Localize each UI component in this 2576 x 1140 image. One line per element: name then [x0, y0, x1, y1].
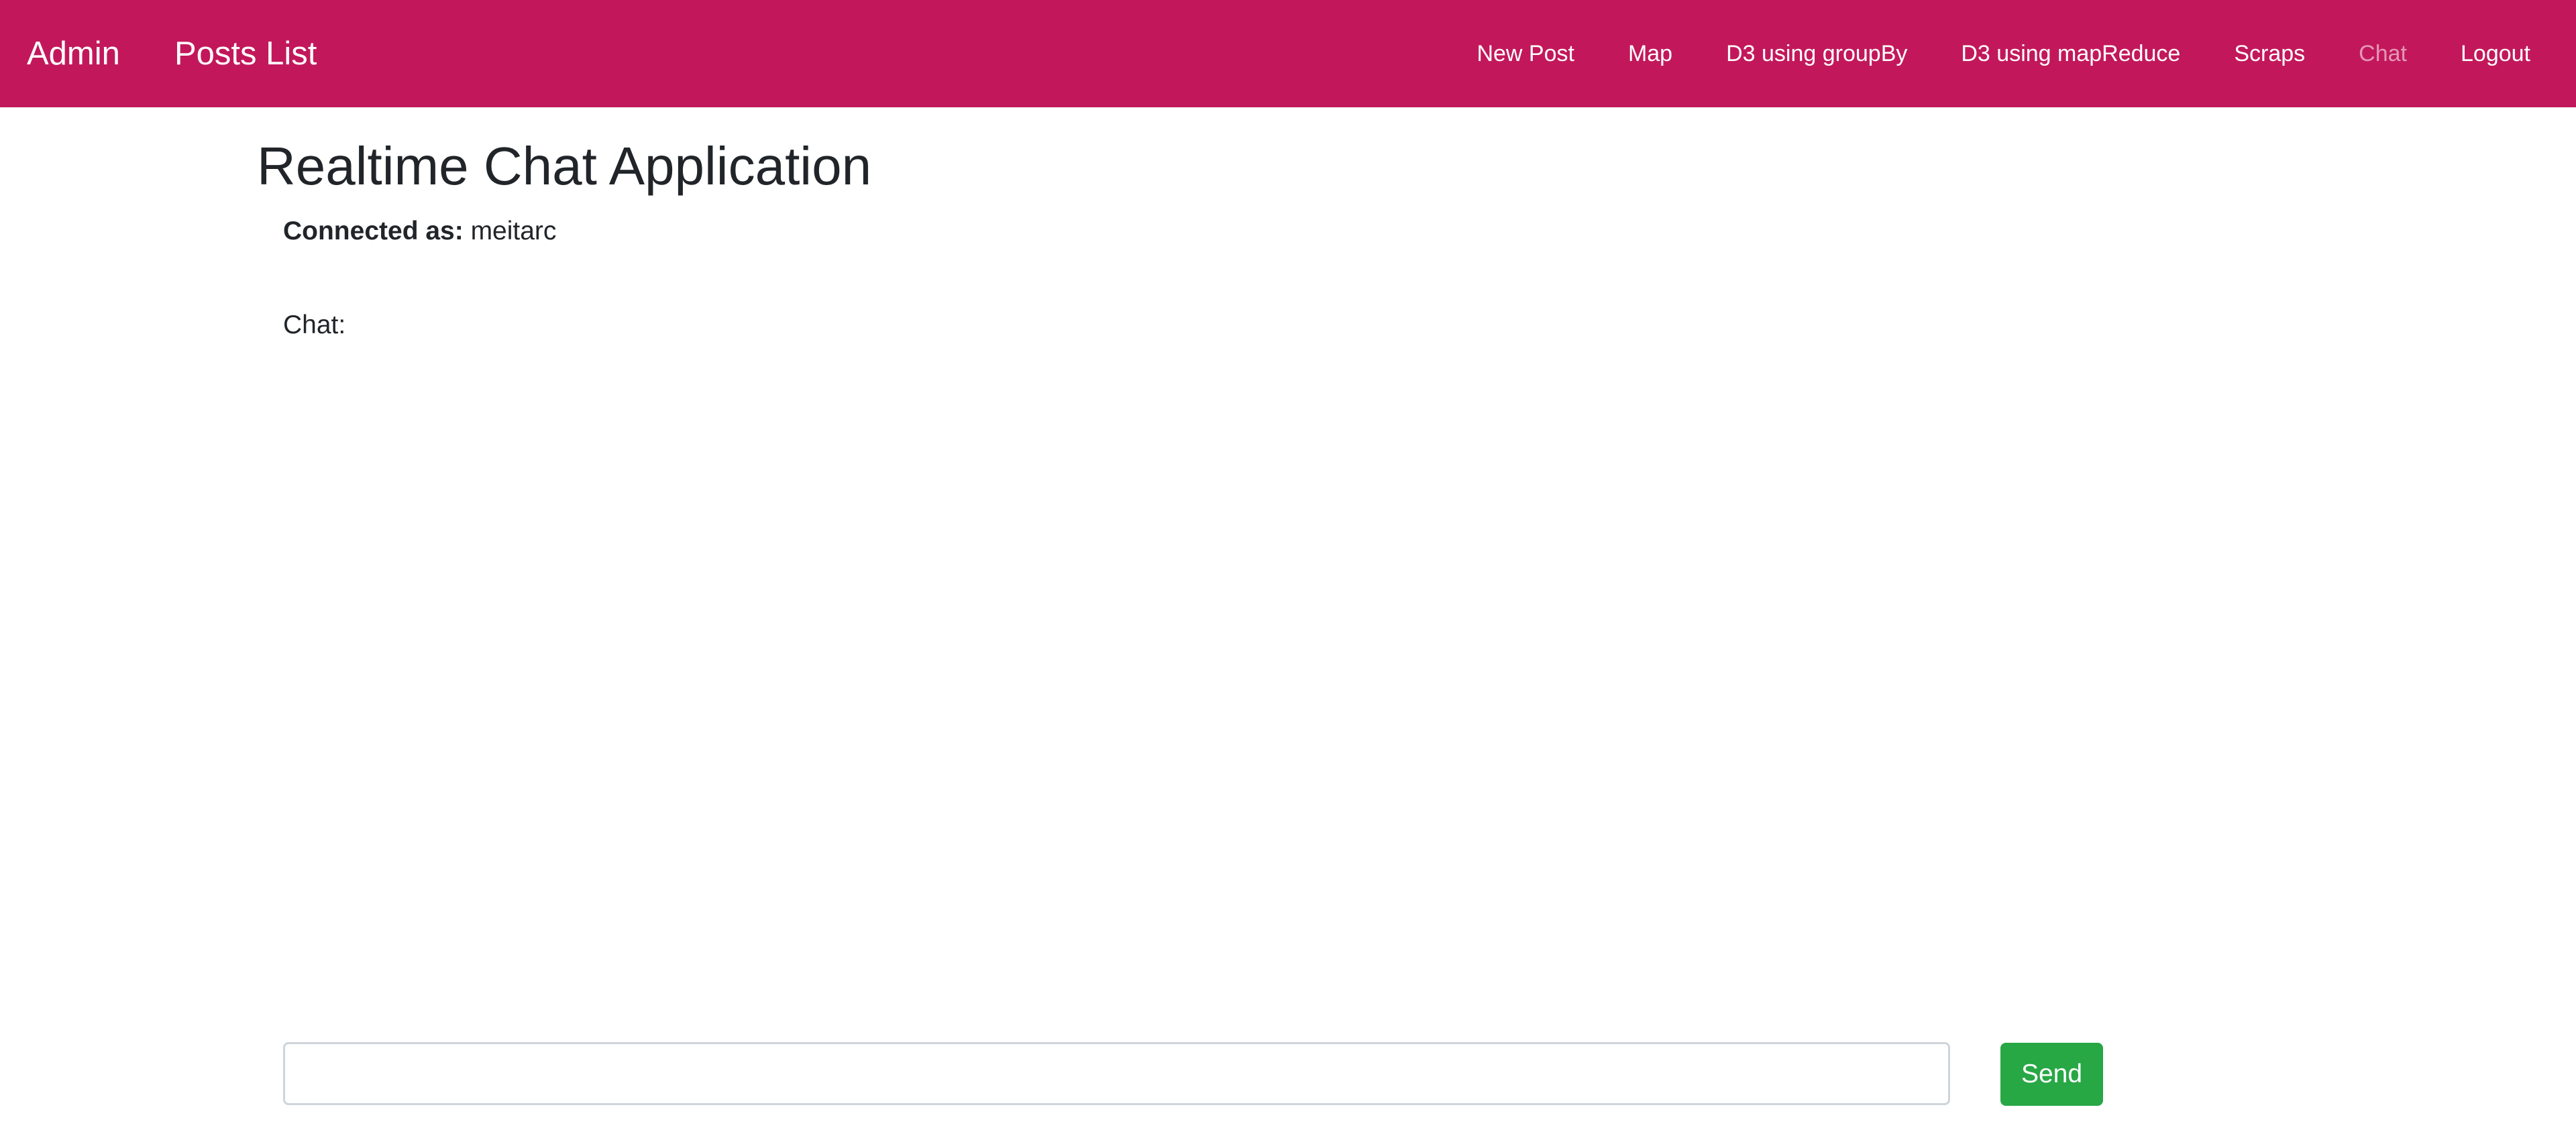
connection-status: Connected as: meitarc: [283, 216, 556, 247]
nav-link-scraps[interactable]: Scraps: [2207, 41, 2332, 67]
brand-admin-link[interactable]: Admin: [27, 0, 120, 107]
message-input[interactable]: [283, 1042, 1950, 1105]
nav-link-d3-mapreduce[interactable]: D3 using mapReduce: [1934, 41, 2207, 67]
connected-label: Connected as:: [283, 217, 464, 245]
posts-list-link[interactable]: Posts List: [174, 0, 317, 107]
nav-link-logout[interactable]: Logout: [2434, 41, 2530, 67]
nav-link-new-post[interactable]: New Post: [1450, 41, 1601, 67]
page-title: Realtime Chat Application: [257, 136, 872, 196]
nav-links: New Post Map D3 using groupBy D3 using m…: [1450, 0, 2530, 107]
nav-link-map[interactable]: Map: [1601, 41, 1699, 67]
nav-link-chat[interactable]: Chat: [2332, 41, 2434, 67]
chat-label: Chat:: [283, 310, 346, 339]
nav-link-d3-groupby[interactable]: D3 using groupBy: [1699, 41, 1934, 67]
connected-username: meitarc: [470, 217, 557, 245]
chat-message-log: [283, 355, 1947, 1019]
top-navbar: Admin Posts List New Post Map D3 using g…: [0, 0, 2576, 107]
send-button[interactable]: Send: [2000, 1043, 2103, 1106]
